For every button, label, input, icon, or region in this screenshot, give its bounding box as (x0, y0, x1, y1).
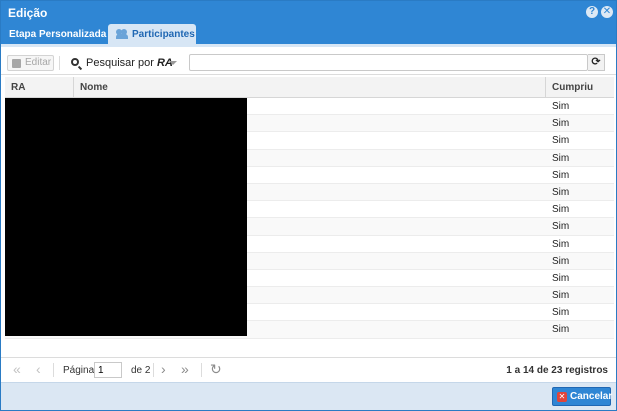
cumpriu-cell: Sim (552, 118, 570, 130)
page-number-input[interactable] (94, 362, 122, 378)
edit-button-label: Editar (25, 57, 52, 68)
pager-divider (153, 363, 154, 377)
tab-bar: Etapa Personalizada Participantes (1, 24, 616, 45)
tab-etapa-personalizada[interactable]: Etapa Personalizada (6, 24, 109, 45)
dialog-window: Edição ? ✕ Etapa Personalizada Participa… (0, 0, 617, 411)
cumpriu-cell: Sim (552, 135, 570, 147)
search-input[interactable] (189, 54, 588, 71)
pencil-icon (12, 59, 21, 68)
grid-header: RA Nome Cumpriu (5, 77, 614, 98)
chevron-down-icon[interactable] (169, 61, 177, 65)
refresh-search-icon[interactable]: ⟳ (588, 54, 605, 71)
title-bar: Edição ? ✕ (1, 1, 616, 24)
cancel-button-label: Cancelar (570, 391, 613, 402)
tab-participantes[interactable]: Participantes (108, 24, 196, 45)
tab-underline (1, 44, 616, 47)
tab-participantes-label: Participantes (132, 29, 195, 40)
edit-button[interactable]: Editar (7, 55, 54, 71)
cumpriu-cell: Sim (552, 238, 570, 250)
redaction-block (5, 98, 247, 336)
people-icon (116, 29, 128, 39)
previous-page-icon[interactable]: ‹ (36, 362, 41, 376)
page-label: Página (63, 365, 95, 376)
cancel-icon: ✕ (557, 392, 567, 402)
cumpriu-cell: Sim (552, 152, 570, 164)
refresh-icon[interactable]: ↻ (210, 362, 222, 376)
window-title: Edição (8, 6, 48, 20)
cancel-button[interactable]: ✕ Cancelar (552, 387, 613, 406)
column-header-nome[interactable]: Nome (74, 77, 546, 98)
cumpriu-cell: Sim (552, 221, 570, 233)
column-header-ra[interactable]: RA (5, 77, 74, 98)
cumpriu-cell: Sim (552, 255, 570, 267)
pager-divider (53, 363, 54, 377)
page-count: de 2 (131, 365, 151, 376)
search-field-selector[interactable]: Pesquisar por RA (71, 56, 173, 70)
cumpriu-cell: Sim (552, 272, 570, 284)
pager-divider (201, 363, 202, 377)
first-page-icon[interactable]: « (13, 362, 21, 376)
cumpriu-cell: Sim (552, 186, 570, 198)
search-prefix: Pesquisar por (86, 57, 154, 69)
cumpriu-cell: Sim (552, 101, 570, 112)
cumpriu-cell: Sim (552, 169, 570, 181)
pagination-bar: « ‹ Página de 2 › » ↻ 1 a 14 de 23 regis… (1, 357, 616, 381)
help-icon[interactable]: ? (586, 6, 598, 18)
records-status: 1 a 14 de 23 registros (506, 365, 608, 376)
next-page-icon[interactable]: › (161, 362, 166, 376)
toolbar-divider (59, 56, 60, 70)
last-page-icon[interactable]: » (181, 362, 189, 376)
cumpriu-cell: Sim (552, 307, 570, 319)
search-icon (71, 58, 79, 66)
cumpriu-cell: Sim (552, 290, 570, 302)
column-header-cumpriu[interactable]: Cumpriu (546, 77, 614, 98)
dialog-footer: ✕ Cancelar (1, 382, 616, 410)
cumpriu-cell: Sim (552, 204, 570, 216)
close-icon[interactable]: ✕ (601, 6, 613, 18)
cumpriu-cell: Sim (552, 324, 570, 336)
